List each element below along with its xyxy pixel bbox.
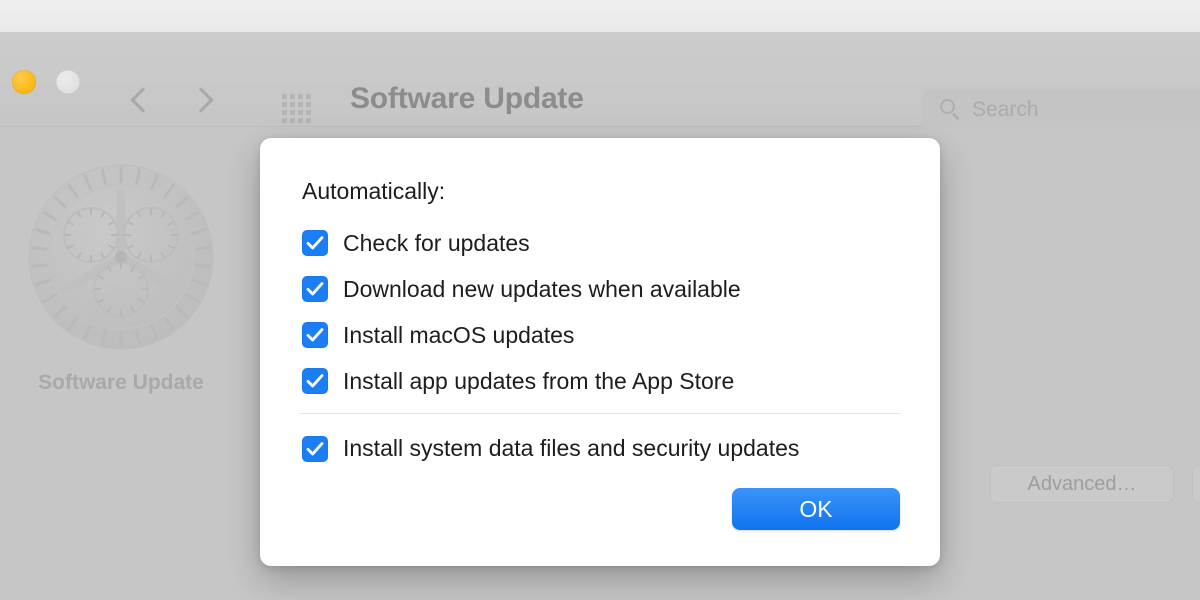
grid-dot — [290, 118, 295, 123]
software-update-icon-block: Software Update — [12, 157, 230, 395]
option-row-install-app-updates[interactable]: Install app updates from the App Store — [302, 358, 902, 404]
minimize-button[interactable] — [12, 70, 36, 94]
grid-dot — [282, 94, 287, 99]
window-title: Software Update — [350, 82, 584, 115]
option-label: Check for updates — [343, 229, 530, 256]
grid-dot — [298, 118, 303, 123]
option-label: Install system data files and security u… — [343, 435, 800, 461]
checkbox-install-macos-updates[interactable] — [302, 322, 328, 348]
zoom-button[interactable] — [56, 70, 80, 94]
gears-icon — [21, 157, 221, 357]
grid-dot — [290, 110, 295, 115]
option-row-download-new-updates[interactable]: Download new updates when available — [302, 266, 902, 312]
traffic-light-controls — [12, 70, 80, 94]
search-input[interactable]: Search — [972, 98, 1039, 122]
dialog-heading: Automatically: — [302, 178, 446, 204]
window-toolbar: Software Update Search — [0, 32, 1200, 130]
automatic-updates-dialog: Automatically: Check for updates Downloa… — [260, 138, 940, 566]
automatic-options-list: Check for updates Download new updates w… — [302, 220, 902, 404]
advanced-button[interactable]: Advanced… — [990, 465, 1174, 503]
grid-dot — [306, 118, 311, 123]
checkbox-check-for-updates[interactable] — [302, 230, 328, 256]
screen: Software Update Search Software Update A… — [0, 0, 1200, 600]
option-label: Install app updates from the App Store — [343, 367, 735, 394]
dialog-divider — [300, 413, 900, 414]
ok-button[interactable]: OK — [732, 488, 900, 530]
secondary-button-offscreen[interactable] — [1192, 465, 1200, 503]
checkbox-install-system-data-files[interactable] — [302, 435, 328, 462]
grid-dot — [298, 110, 303, 115]
software-update-icon-label: Software Update — [38, 371, 204, 394]
show-all-grid-icon[interactable] — [282, 94, 311, 123]
grid-dot — [282, 110, 287, 115]
grid-dot — [290, 102, 295, 107]
search-icon — [940, 99, 961, 120]
forward-chevron-icon[interactable] — [192, 84, 214, 118]
checkbox-download-new-updates[interactable] — [302, 276, 328, 302]
option-label: Download new updates when available — [343, 275, 741, 302]
grid-dot — [290, 94, 295, 99]
grid-dot — [282, 118, 287, 123]
option-label: Install macOS updates — [343, 321, 575, 348]
grid-dot — [306, 110, 311, 115]
option-row-install-system-data-files[interactable]: Install system data files and security u… — [302, 435, 799, 462]
desktop-background — [0, 0, 1200, 32]
grid-dot — [298, 102, 303, 107]
grid-dot — [306, 94, 311, 99]
search-field[interactable]: Search — [922, 90, 1200, 130]
grid-dot — [298, 94, 303, 99]
grid-dot — [306, 102, 311, 107]
option-row-install-macos-updates[interactable]: Install macOS updates — [302, 312, 902, 358]
option-row-check-for-updates[interactable]: Check for updates — [302, 220, 902, 266]
back-chevron-icon[interactable] — [128, 84, 150, 118]
checkbox-install-app-updates[interactable] — [302, 368, 328, 394]
grid-dot — [282, 102, 287, 107]
navigation-arrows — [128, 84, 214, 118]
